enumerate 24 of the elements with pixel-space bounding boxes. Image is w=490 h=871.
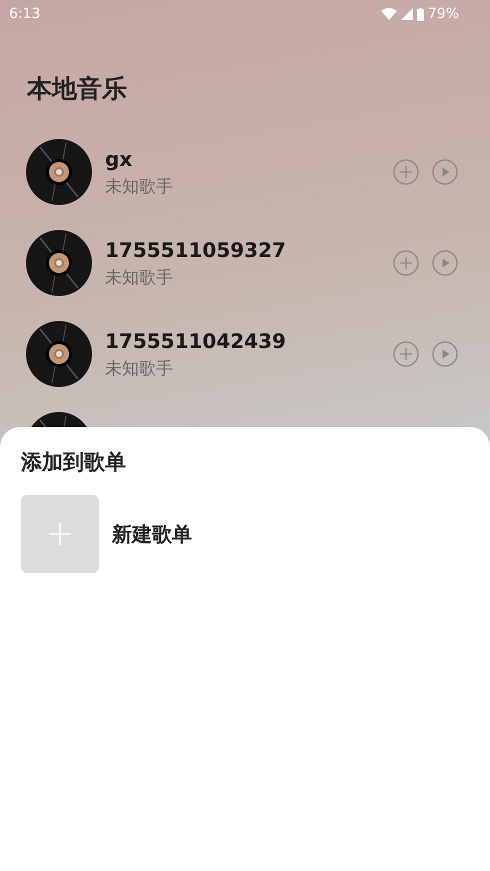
add-icon[interactable] <box>393 250 419 276</box>
play-icon[interactable] <box>432 250 458 276</box>
song-artist: 未知歌手 <box>105 358 174 380</box>
add-icon[interactable] <box>393 340 419 366</box>
battery-level: 79% <box>428 4 459 24</box>
signal-icon <box>400 8 413 20</box>
song-artist: 未知歌手 <box>105 266 174 288</box>
sheet-title: 添加到歌单 <box>21 449 127 476</box>
vinyl-record-icon <box>26 230 92 296</box>
song-title: 1755511042439 <box>105 328 287 354</box>
song-title: 1755511059327 <box>105 236 287 262</box>
play-icon[interactable] <box>432 158 458 184</box>
battery-icon <box>416 8 424 20</box>
add-icon[interactable] <box>393 158 419 184</box>
vinyl-record-icon <box>26 320 92 386</box>
song-title: gx <box>105 146 134 172</box>
plus-icon <box>48 522 72 546</box>
page-title: 本地音乐 <box>27 73 128 105</box>
play-icon[interactable] <box>432 340 458 366</box>
vinyl-record-icon <box>26 138 92 204</box>
status-time: 6:13 <box>9 4 40 24</box>
song-artist: 未知歌手 <box>105 176 174 198</box>
new-playlist-button[interactable]: 新建歌单 <box>21 495 469 573</box>
wifi-icon <box>380 8 397 20</box>
